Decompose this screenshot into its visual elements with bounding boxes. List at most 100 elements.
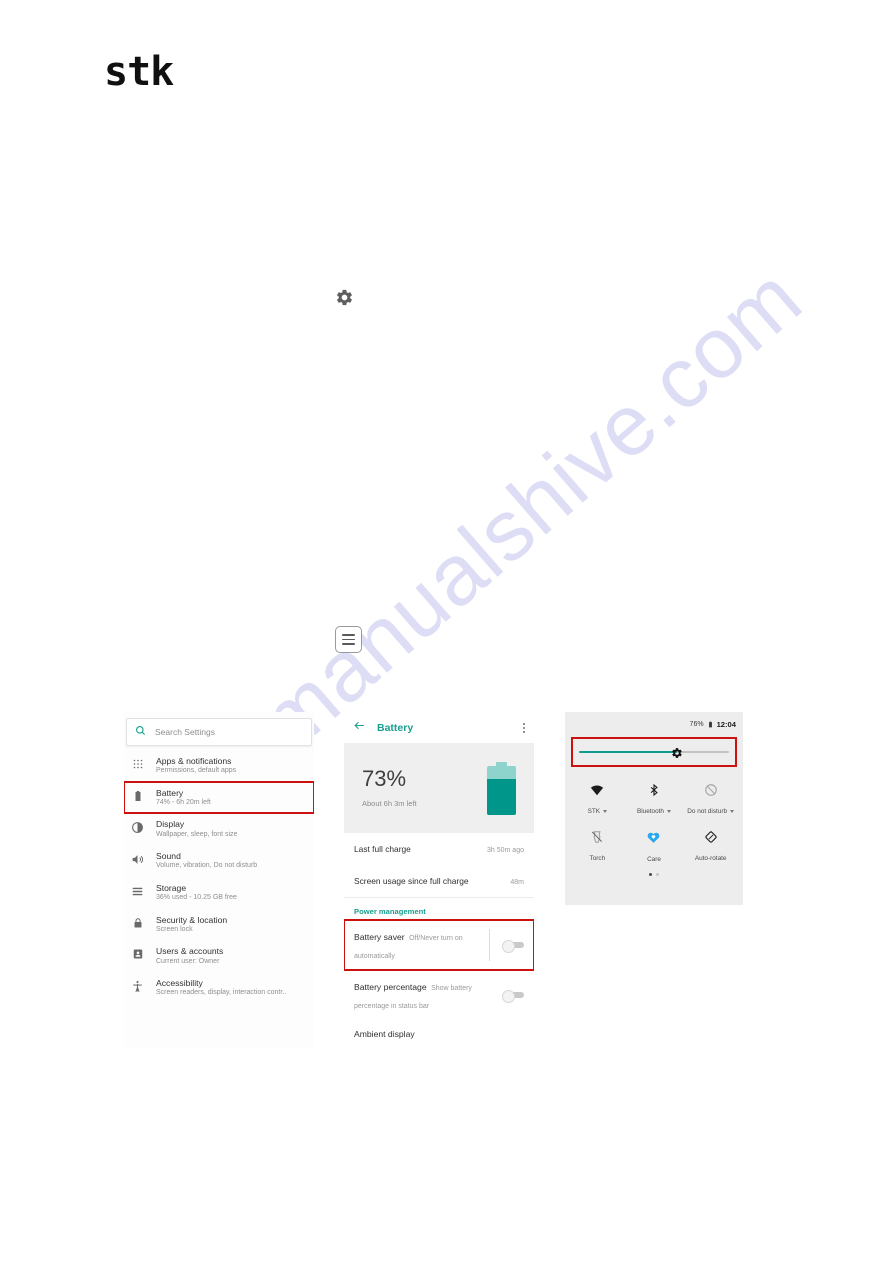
battery-icon: [707, 715, 714, 733]
sidebar-item-title: Accessibility: [156, 977, 203, 988]
toggle-title: Battery saver: [354, 932, 405, 942]
gear-icon: [335, 288, 354, 307]
search-input[interactable]: Search Settings: [126, 718, 312, 746]
sidebar-item-security[interactable]: Security & location Screen lock: [124, 909, 314, 941]
sidebar-item-users[interactable]: Users & accounts Current user: Owner: [124, 940, 314, 972]
settings-screenshot: Search Settings Apps & notifications Per…: [124, 712, 314, 1048]
battery-saver-toggle[interactable]: [502, 940, 524, 953]
battery-saver-row[interactable]: Battery saver Off/Never turn on automati…: [344, 919, 534, 971]
tile-wifi[interactable]: STK: [569, 777, 626, 821]
sidebar-item-storage[interactable]: Storage 36% used - 10.25 GB free: [124, 877, 314, 909]
battery-time-left: About 6h 3m left: [362, 799, 417, 808]
page-dot[interactable]: [649, 873, 652, 876]
sidebar-item-display[interactable]: Display Wallpaper, sleep, font size: [124, 813, 314, 845]
list-item[interactable]: Screen usage since full charge 48m: [354, 865, 524, 897]
sidebar-item-accessibility[interactable]: Accessibility Screen readers, display, i…: [124, 972, 314, 1004]
settings-list: Apps & notifications Permissions, defaul…: [124, 750, 314, 1004]
tile-label: Care: [647, 856, 661, 863]
apps-grid-icon: [130, 756, 145, 770]
sidebar-item-subtitle: 36% used - 10.25 GB free: [156, 894, 237, 902]
brightness-slider-highlight: [571, 737, 737, 767]
chevron-down-icon[interactable]: [730, 810, 735, 813]
page-dot[interactable]: [656, 873, 659, 876]
sidebar-item-sound[interactable]: Sound Volume, vibration, Do not disturb: [124, 845, 314, 877]
page-indicator: [565, 873, 743, 876]
search-placeholder: Search Settings: [155, 727, 216, 737]
sidebar-item-title: Users & accounts: [156, 946, 224, 957]
sidebar-item-title: Storage: [156, 882, 187, 893]
stk-logo: stk: [104, 49, 174, 95]
accessibility-icon: [130, 978, 145, 993]
battery-screenshot: Battery 73% About 6h 3m left Last full c…: [344, 712, 534, 1048]
sidebar-item-subtitle: Screen readers, display, interaction con…: [156, 989, 287, 997]
sidebar-item-subtitle: Current user: Owner: [156, 957, 220, 965]
sidebar-item-subtitle: Wallpaper, sleep, font size: [156, 830, 238, 838]
tile-do-not-disturb[interactable]: Do not disturb: [682, 777, 739, 821]
care-heart-icon: [646, 830, 661, 850]
sidebar-item-subtitle: Screen lock: [156, 925, 193, 933]
person-icon: [130, 946, 145, 960]
overflow-menu-icon[interactable]: [523, 722, 525, 733]
battery-percentage-row[interactable]: Battery percentage Show battery percenta…: [344, 970, 534, 1020]
sidebar-item-subtitle: Volume, vibration, Do not disturb: [156, 862, 258, 870]
hamburger-menu-icon: [335, 626, 362, 653]
tile-label: Auto-rotate: [694, 855, 727, 862]
info-label: Last full charge: [354, 844, 411, 854]
tile-label: Do not disturb: [687, 808, 728, 815]
info-value: 48m: [510, 879, 524, 886]
battery-hero: 73% About 6h 3m left: [344, 743, 534, 833]
manual-page: manualshive.com stk Search Settings Apps…: [0, 0, 893, 1263]
torch-icon: [590, 830, 604, 849]
bluetooth-icon: [647, 783, 661, 802]
sidebar-item-title: Sound: [156, 851, 181, 862]
section-header-power-management: Power management: [354, 907, 426, 916]
back-arrow-icon[interactable]: [353, 719, 366, 737]
page-title: Battery: [377, 721, 414, 734]
tile-bluetooth[interactable]: Bluetooth: [626, 777, 683, 821]
sidebar-item-title: Display: [156, 819, 185, 830]
tile-care[interactable]: Care: [626, 824, 683, 869]
storage-icon: [130, 883, 145, 898]
sound-icon: [130, 851, 145, 866]
info-label: Screen usage since full charge: [354, 876, 469, 886]
sidebar-item-battery[interactable]: Battery 74% - 6h 20m left: [124, 780, 314, 815]
divider: [489, 929, 490, 961]
status-bar: 76% 12:04: [565, 712, 743, 733]
auto-rotate-icon: [704, 830, 718, 849]
tile-label: Bluetooth: [636, 808, 664, 815]
battery-graphic-icon: [487, 761, 516, 815]
battery-percent: 73%: [362, 766, 407, 791]
hamburger-line: [342, 643, 355, 645]
ambient-display-row[interactable]: Ambient display: [344, 1020, 534, 1039]
status-time: 12:04: [716, 719, 736, 729]
battery-icon: [130, 788, 145, 802]
hamburger-line: [342, 638, 355, 641]
sidebar-item-subtitle: 74% - 6h 20m left: [156, 799, 211, 807]
tile-label: Torch: [589, 855, 606, 862]
chevron-down-icon[interactable]: [603, 810, 608, 813]
tile-label: STK: [587, 808, 601, 815]
hamburger-line: [342, 634, 355, 636]
brightness-slider[interactable]: [579, 746, 729, 758]
chevron-down-icon[interactable]: [667, 810, 671, 813]
sidebar-item-subtitle: Permissions, default apps: [156, 767, 237, 775]
do-not-disturb-icon: [704, 783, 718, 802]
toggle-title: Battery percentage: [354, 982, 427, 992]
search-icon: [135, 723, 146, 741]
info-value: 3h 50m ago: [487, 847, 524, 854]
sidebar-item-apps[interactable]: Apps & notifications Permissions, defaul…: [124, 750, 314, 782]
battery-appbar: Battery: [344, 712, 534, 743]
tile-auto-rotate[interactable]: Auto-rotate: [682, 824, 739, 869]
tile-torch[interactable]: Torch: [569, 824, 626, 869]
sidebar-item-title: Security & location: [156, 914, 228, 925]
brightness-icon[interactable]: [671, 746, 683, 758]
quick-settings-screenshot: 76% 12:04 STK Bluetooth Do not disturb T…: [565, 712, 743, 905]
quick-settings-tiles: STK Bluetooth Do not disturb Torch Care …: [565, 767, 743, 869]
lock-icon: [130, 915, 145, 929]
battery-percentage-toggle[interactable]: [502, 990, 524, 1003]
display-icon: [130, 819, 145, 834]
list-item[interactable]: Last full charge 3h 50m ago: [354, 833, 524, 865]
status-battery-percent: 76%: [689, 720, 704, 728]
battery-info-list: Last full charge 3h 50m ago Screen usage…: [344, 833, 534, 897]
sidebar-item-title: Battery: [156, 787, 184, 798]
